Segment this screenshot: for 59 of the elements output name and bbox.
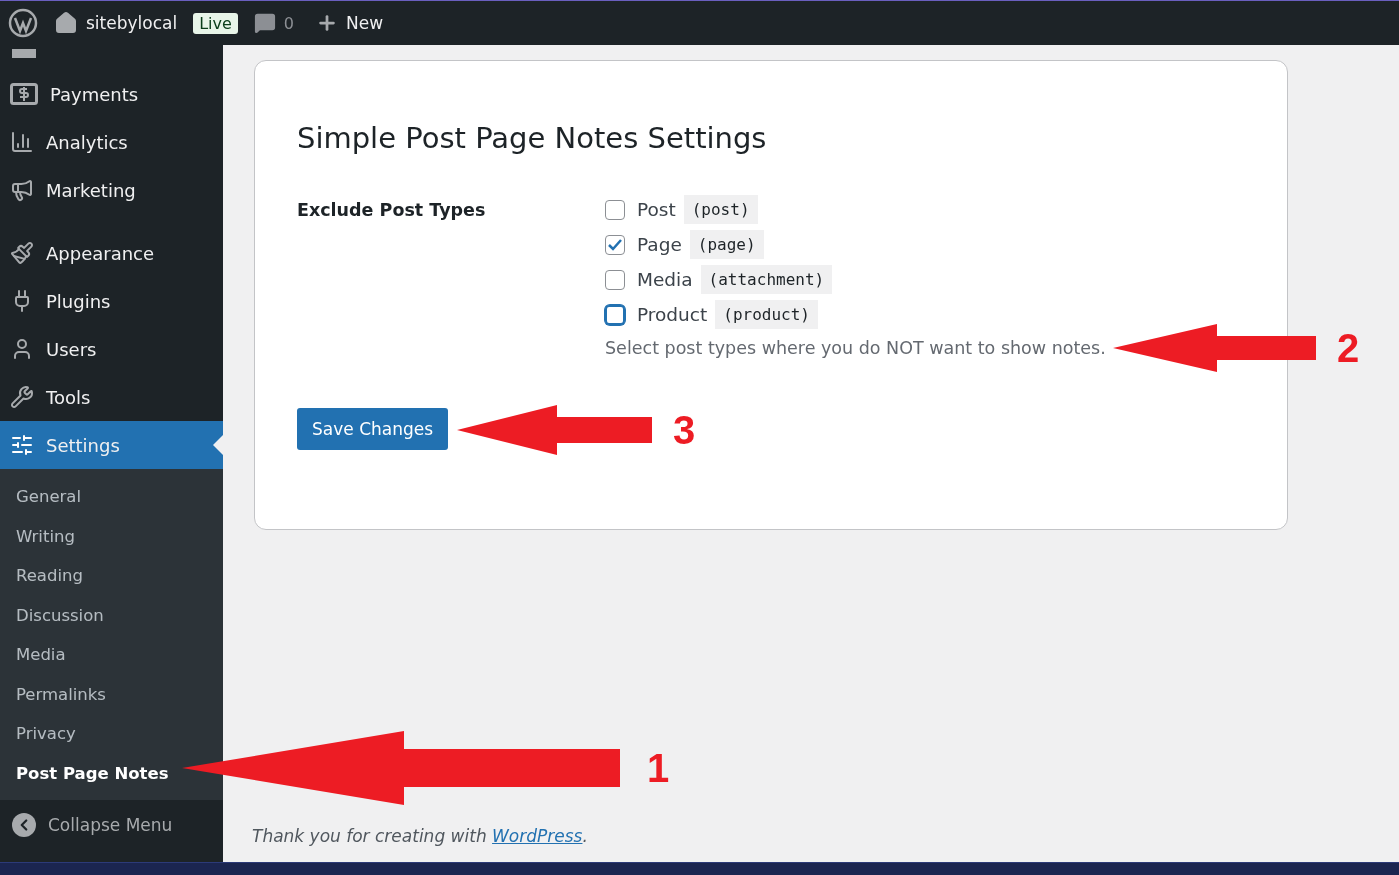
annotation-number: 1 <box>646 746 670 790</box>
option-label: Product <box>637 304 708 325</box>
menu-item[interactable]: Settings <box>0 421 223 469</box>
menu-item[interactable]: Tools <box>0 373 223 421</box>
menu-label: Plugins <box>46 290 111 312</box>
submenu-item[interactable]: Discussion <box>0 595 223 635</box>
submenu-item[interactable]: Writing <box>0 516 223 556</box>
dollar-icon <box>10 83 38 105</box>
option-label: Page <box>637 234 682 255</box>
comment-count: 0 <box>283 13 295 33</box>
menu-label: Users <box>46 338 97 360</box>
new-label: New <box>346 13 384 33</box>
save-button[interactable]: Save Changes <box>297 408 449 450</box>
site-link[interactable]: sitebylocal <box>48 11 184 35</box>
collapse-icon <box>12 813 36 837</box>
wordpress-link[interactable]: WordPress <box>492 826 583 846</box>
menu-item[interactable]: Appearance <box>0 229 223 277</box>
checkbox[interactable] <box>605 199 625 220</box>
comment-icon <box>253 12 276 34</box>
field-label: Exclude Post Types <box>297 200 487 222</box>
page-title: Simple Post Page Notes Settings <box>297 120 768 156</box>
collapse-menu[interactable]: Collapse Menu <box>0 800 223 850</box>
submenu-item[interactable]: Reading <box>0 556 223 596</box>
submenu-item[interactable]: General <box>0 477 223 517</box>
menu-label: Payments <box>50 83 139 105</box>
menu-item[interactable]: Analytics <box>0 118 223 166</box>
post-type-slug: (post) <box>683 195 758 224</box>
live-badge: Live <box>193 12 238 34</box>
footer-text: Thank you for creating with WordPress. <box>252 826 589 846</box>
menu-label: Analytics <box>46 131 128 153</box>
checkbox[interactable] <box>605 234 625 255</box>
annotation-number: 2 <box>1336 326 1360 370</box>
menu-item[interactable]: Marketing <box>0 166 223 214</box>
home-icon <box>54 11 78 35</box>
menu-item[interactable]: Plugins <box>0 277 223 325</box>
annotation-number: 3 <box>672 408 696 452</box>
wordpress-logo-icon <box>8 8 38 38</box>
checkbox[interactable] <box>605 269 625 290</box>
comments-link[interactable]: 0 <box>247 12 301 34</box>
option-label: Post <box>637 199 676 220</box>
menu-label: Tools <box>46 386 91 408</box>
submenu-item[interactable]: Post Page Notes <box>0 753 223 793</box>
submenu-item[interactable]: Media <box>0 635 223 675</box>
checkbox[interactable] <box>605 304 625 325</box>
menu-label: Appearance <box>46 242 155 264</box>
post-type-slug: (product) <box>715 300 818 329</box>
post-type-slug: (page) <box>689 230 764 259</box>
collapse-label: Collapse Menu <box>48 815 173 835</box>
menu-label: Settings <box>46 434 120 456</box>
submenu-item[interactable]: Permalinks <box>0 674 223 714</box>
menu-item[interactable]: Payments <box>0 70 223 118</box>
new-link[interactable]: New <box>310 12 390 34</box>
site-name: sitebylocal <box>86 13 178 33</box>
menu-item[interactable]: Users <box>0 325 223 373</box>
menu-label: Marketing <box>46 179 136 201</box>
post-type-slug: (attachment) <box>700 265 833 294</box>
field-description: Select post types where you do NOT want to show notes. <box>605 338 1107 358</box>
submenu-item[interactable]: Privacy <box>0 714 223 754</box>
option-label: Media <box>637 269 693 290</box>
